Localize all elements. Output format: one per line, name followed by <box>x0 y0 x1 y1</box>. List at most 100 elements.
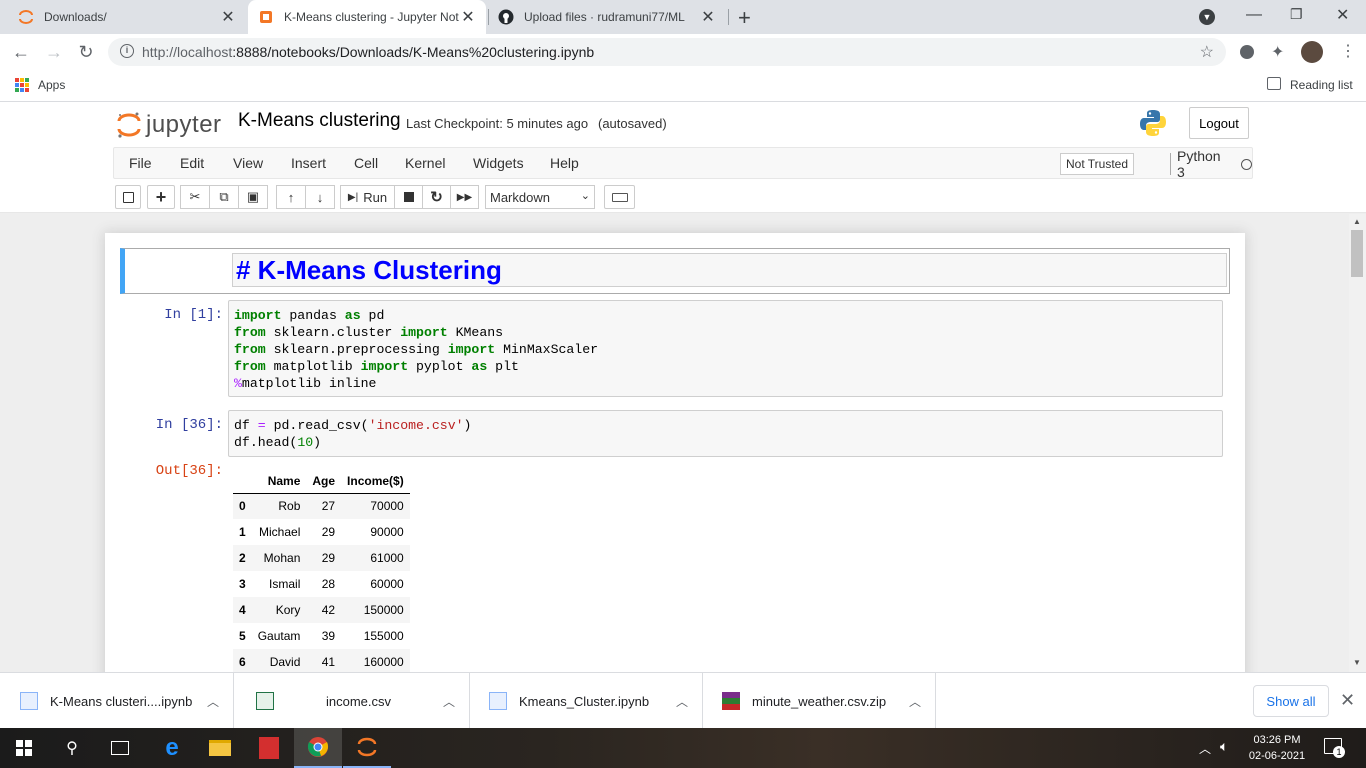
bookmark-star-icon[interactable]: ☆ <box>1200 42 1214 62</box>
markdown-cell-source[interactable]: # K-Means Clustering <box>232 253 1227 287</box>
cell-income: 61000 <box>370 551 404 565</box>
minimize-icon[interactable]: — <box>1246 6 1262 24</box>
menu-view[interactable]: View <box>233 155 263 171</box>
jupyter-logo[interactable]: jupyter <box>116 107 222 143</box>
chrome-menu-icon[interactable]: ⋮ <box>1340 41 1356 61</box>
windows-start-icon[interactable] <box>0 728 48 768</box>
chevron-up-icon[interactable]: ︿ <box>193 693 233 710</box>
table-row: 0 Rob 27 70000 <box>233 493 410 519</box>
window-close-icon[interactable]: ✕ <box>1336 5 1349 25</box>
run-button[interactable]: ▶| Run <box>340 185 395 209</box>
clock-date: 02-06-2021 <box>1248 750 1306 762</box>
acrobat-reader-icon[interactable] <box>245 728 293 768</box>
download-item[interactable]: K-Means clusteri....ipynb ︿ <box>0 673 234 729</box>
chevron-up-icon[interactable]: ︿ <box>429 693 469 710</box>
tab-github-upload[interactable]: Upload files · rudramuni77/ML ✕ <box>488 0 726 34</box>
row-index: 5 <box>239 629 246 643</box>
cell-type-select[interactable]: Markdown ⌄ <box>485 185 595 209</box>
system-clock[interactable]: 03:26 PM 02-06-2021 <box>1244 732 1310 764</box>
python-logo-icon <box>1138 108 1168 141</box>
paste-button[interactable]: ▣ <box>238 185 268 209</box>
jupyter-taskbar-icon[interactable] <box>343 728 391 768</box>
cell-income: 90000 <box>370 525 404 539</box>
close-tab-icon[interactable]: ✕ <box>460 7 476 27</box>
address-bar[interactable]: i http://localhost:8888/notebooks/Downlo… <box>108 38 1226 66</box>
scroll-up-icon[interactable]: ▲ <box>1353 217 1361 226</box>
row-index: 3 <box>239 577 246 591</box>
save-button[interactable] <box>115 185 141 209</box>
restart-run-all-button[interactable]: ▶▶ <box>450 185 479 209</box>
download-item[interactable]: income.csv ︿ <box>236 673 470 729</box>
code-cell-imports[interactable]: import pandas as pd from sklearn.cluster… <box>228 300 1223 397</box>
tab-kmeans-notebook[interactable]: K-Means clustering - Jupyter Not ✕ <box>248 0 486 34</box>
zip-archive-icon <box>722 692 740 710</box>
notification-count-badge: 1 <box>1333 746 1345 758</box>
edge-browser-icon[interactable]: e <box>148 728 196 768</box>
autosave-status: (autosaved) <box>598 116 667 131</box>
move-up-button[interactable]: ↑ <box>276 185 306 209</box>
menu-help[interactable]: Help <box>550 155 579 171</box>
notebook-title[interactable]: K-Means clustering <box>238 110 401 132</box>
menu-insert[interactable]: Insert <box>291 155 326 171</box>
command-palette-button[interactable] <box>604 185 635 209</box>
extensions-puzzle-icon[interactable]: ✦ <box>1271 42 1284 62</box>
close-tab-icon[interactable]: ✕ <box>700 7 716 27</box>
row-index: 0 <box>239 499 246 514</box>
excel-csv-icon <box>256 692 274 710</box>
run-button-group: ▶| Run ↻ ▶▶ <box>340 185 479 209</box>
copy-button[interactable]: ⧉ <box>209 185 239 209</box>
close-shelf-icon[interactable]: ✕ <box>1340 690 1355 711</box>
reload-icon[interactable]: ↻ <box>74 40 98 64</box>
forward-icon[interactable]: → <box>42 40 66 64</box>
cell-income: 60000 <box>370 577 404 591</box>
show-hidden-icons[interactable]: ︿ <box>1199 740 1211 757</box>
markdown-cell-selected[interactable]: # K-Means Clustering <box>120 248 1230 294</box>
interrupt-button[interactable] <box>394 185 423 209</box>
logout-button[interactable]: Logout <box>1189 107 1249 139</box>
back-icon[interactable]: ← <box>9 40 33 64</box>
chrome-taskbar-icon[interactable] <box>294 728 342 768</box>
close-tab-icon[interactable]: ✕ <box>220 7 236 27</box>
show-all-downloads-button[interactable]: Show all <box>1253 685 1329 717</box>
code-cell-read-csv[interactable]: df = pd.read_csv('income.csv') df.head(1… <box>228 410 1223 457</box>
download-item[interactable]: minute_weather.csv.zip ︿ <box>702 673 936 729</box>
menu-edit[interactable]: Edit <box>180 155 204 171</box>
chevron-up-icon[interactable]: ︿ <box>662 693 702 710</box>
extension-icon[interactable] <box>1240 45 1254 59</box>
chevron-up-icon[interactable]: ︿ <box>895 693 935 710</box>
move-down-button[interactable]: ↓ <box>305 185 335 209</box>
table-header-row: Name Age Income($) <box>233 469 410 494</box>
page-scrollbar[interactable]: ▲ ▼ <box>1349 214 1366 672</box>
search-icon[interactable]: ⚲ <box>48 728 96 768</box>
restart-button[interactable]: ↻ <box>422 185 451 209</box>
tab-search-icon[interactable]: ▼ <box>1199 9 1215 25</box>
chevron-down-icon: ⌄ <box>580 190 590 202</box>
table-row: 5 Gautam 39 155000 <box>233 623 410 649</box>
cut-button[interactable]: ✂ <box>180 185 210 209</box>
table-row: 1 Michael 29 90000 <box>233 519 410 545</box>
task-view-icon[interactable] <box>96 728 144 768</box>
input-prompt: In [1]: <box>164 307 223 323</box>
download-filename: minute_weather.csv.zip <box>752 693 887 709</box>
site-info-icon[interactable]: i <box>120 44 134 58</box>
menu-file[interactable]: File <box>129 155 152 171</box>
tab-downloads[interactable]: Downloads/ ✕ <box>8 0 246 34</box>
reading-list-button[interactable]: Reading list <box>1290 78 1353 92</box>
download-item[interactable]: Kmeans_Cluster.ipynb ︿ <box>469 673 703 729</box>
new-tab-button[interactable]: + <box>738 5 751 31</box>
restore-icon[interactable]: ❐ <box>1290 6 1303 23</box>
menu-cell[interactable]: Cell <box>354 155 378 171</box>
insert-cell-button[interactable]: + <box>147 185 175 209</box>
browser-tab-strip: Downloads/ ✕ K-Means clustering - Jupyte… <box>0 0 1366 34</box>
menu-kernel[interactable]: Kernel <box>405 155 445 171</box>
volume-icon[interactable]: 🔈︎ <box>1220 738 1228 755</box>
menu-widgets[interactable]: Widgets <box>473 155 524 171</box>
profile-avatar[interactable] <box>1301 41 1323 63</box>
scroll-down-icon[interactable]: ▼ <box>1353 658 1361 667</box>
trusted-indicator[interactable]: Not Trusted <box>1060 153 1135 175</box>
file-explorer-icon[interactable] <box>196 728 244 768</box>
scrollbar-thumb[interactable] <box>1351 230 1363 277</box>
step-forward-icon: ▶| <box>347 191 359 203</box>
bookmark-apps[interactable]: Apps <box>38 78 65 92</box>
download-filename: K-Means clusteri....ipynb <box>50 693 193 709</box>
